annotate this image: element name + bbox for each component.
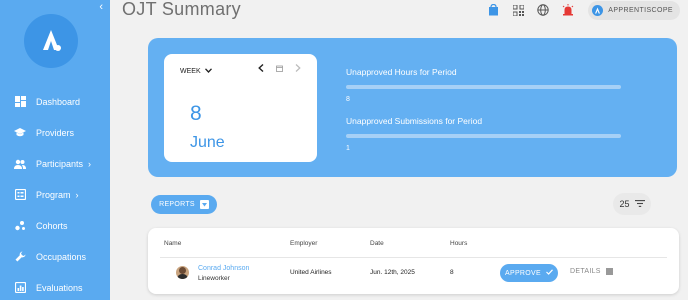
dashboard-icon [14,96,26,108]
summary-card: WEEK 8 June Unapproved Hours for Period … [148,38,677,177]
qr-code-icon[interactable] [511,3,525,17]
selected-day: 8 [190,102,202,125]
date-navigation [246,63,301,74]
alarm-icon[interactable] [561,3,575,17]
sidebar-item-dashboard[interactable]: Dashboard [0,86,110,117]
sidebar-item-label: Occupations [36,251,87,262]
column-header-hours: Hours [450,240,468,247]
store-icon[interactable] [486,3,500,17]
period-select-value: WEEK [180,68,201,75]
table-divider [160,257,667,258]
sidebar: ‹ Dashboard Providers Participants › Pro… [0,0,110,300]
avatar [176,266,189,279]
metric-value: 1 [346,145,350,152]
sidebar-item-occupations[interactable]: Occupations [0,241,110,272]
submissions-table: Name Employer Date Hours Conrad Johnson … [148,228,679,294]
metric-label: Unapproved Hours for Period [346,67,457,77]
period-select[interactable]: WEEK [180,68,212,75]
metric-value: 8 [346,96,350,103]
column-header-name: Name [164,240,182,247]
page-title: OJT Summary [122,0,241,19]
hours-cell: 8 [450,269,454,276]
metric-unapproved-hours: Unapproved Hours for Period 8 [346,67,621,103]
per-page-select[interactable]: 25 [613,193,651,215]
sidebar-item-label: Participants [36,158,84,169]
header-actions: APPRENTISCOPE [486,0,680,20]
participant-name-link[interactable]: Conrad Johnson [198,265,249,272]
column-header-date: Date [370,240,384,247]
brand-switcher[interactable]: APPRENTISCOPE [588,0,680,20]
sidebar-item-label: Program [36,189,71,200]
graduation-cap-icon [14,127,26,139]
sidebar-item-cohorts[interactable]: Cohorts [0,210,110,241]
sidebar-item-program[interactable]: Program › [0,179,110,210]
date-card: WEEK 8 June [164,54,317,162]
metric-unapproved-submissions: Unapproved Submissions for Period 1 [346,116,621,152]
per-page-value: 25 [619,199,630,209]
sidebar-item-label: Cohorts [36,220,68,231]
metric-bar [346,134,621,138]
program-icon [14,189,26,201]
evaluations-icon [14,282,26,294]
collapse-sidebar-icon[interactable]: ‹ [99,2,103,13]
sidebar-nav: Dashboard Providers Participants › Progr… [0,86,110,300]
calendar-icon[interactable] [276,64,283,74]
metric-bar [346,85,621,89]
sidebar-item-label: Dashboard [36,96,81,107]
sidebar-item-participants[interactable]: Participants › [0,148,110,179]
reports-icon [199,200,209,209]
participant-role: Lineworker [198,275,230,282]
globe-icon[interactable] [536,3,550,17]
cohorts-icon [14,220,26,232]
column-header-employer: Employer [290,240,318,247]
people-icon [14,158,26,170]
chevron-right-icon: › [88,158,92,169]
employer-cell: United Airlines [290,269,332,276]
sidebar-item-evaluations[interactable]: Evaluations [0,272,110,300]
brand-label: APPRENTISCOPE [608,6,673,14]
reports-button[interactable]: REPORTS [151,195,217,214]
brand-logo-icon [592,4,604,16]
selected-month: June [190,134,225,151]
date-cell: Jun. 12th, 2025 [370,269,415,276]
wrench-icon [14,251,26,263]
previous-period-icon[interactable] [258,63,264,74]
checkmark-icon [546,269,553,277]
sidebar-item-providers[interactable]: Providers [0,117,110,148]
metric-label: Unapproved Submissions for Period [346,116,483,126]
approve-button[interactable]: APPROVE [500,264,558,282]
approve-label: APPROVE [505,269,541,277]
details-icon [605,268,613,275]
filter-icon [634,199,645,209]
next-period-icon[interactable] [295,64,301,74]
details-label: DETAILS [570,268,601,275]
sidebar-item-label: Evaluations [36,282,83,293]
details-button[interactable]: DETAILS [570,268,613,275]
reports-label: REPORTS [159,201,195,208]
chevron-right-icon: › [75,189,79,200]
app-logo[interactable] [24,14,78,68]
chevron-down-icon [204,68,212,75]
sidebar-item-label: Providers [36,127,75,138]
